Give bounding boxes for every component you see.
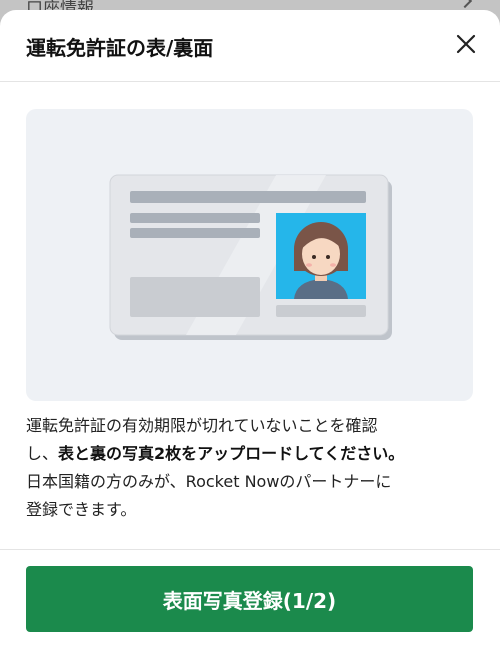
chevron-right-icon <box>457 0 473 9</box>
sheet-header: 運転免許証の表/裏面 <box>0 10 500 82</box>
description-line-2: し、表と裏の写真2枚をアップロードしてください。 <box>26 440 476 468</box>
bottom-sheet: 運転免許証の表/裏面 運転免許証の有効期限が切れていないことを確認 し、表と裏の… <box>0 10 500 653</box>
description-line-1: 運転免許証の有効期限が切れていないことを確認 <box>26 416 378 435</box>
description-line-2-prefix: し、 <box>26 444 59 463</box>
description-emphasis: 表と裏の写真2枚をアップロードしてください。 <box>58 444 405 463</box>
register-front-photo-button[interactable]: 表面写真登録(1/2) <box>26 566 473 632</box>
description-line-4: 登録できます。 <box>26 500 137 519</box>
license-illustration <box>26 109 473 401</box>
description-text: 運転免許証の有効期限が切れていないことを確認 し、表と裏の写真2枚をアップロード… <box>26 412 476 524</box>
sheet-title: 運転免許証の表/裏面 <box>26 36 214 60</box>
description-line-3: 日本国籍の方のみが、Rocket Nowのパートナーに <box>26 472 392 491</box>
drivers-license-card-illustration <box>109 174 392 340</box>
footer-divider <box>0 549 500 550</box>
close-icon[interactable] <box>454 32 478 56</box>
